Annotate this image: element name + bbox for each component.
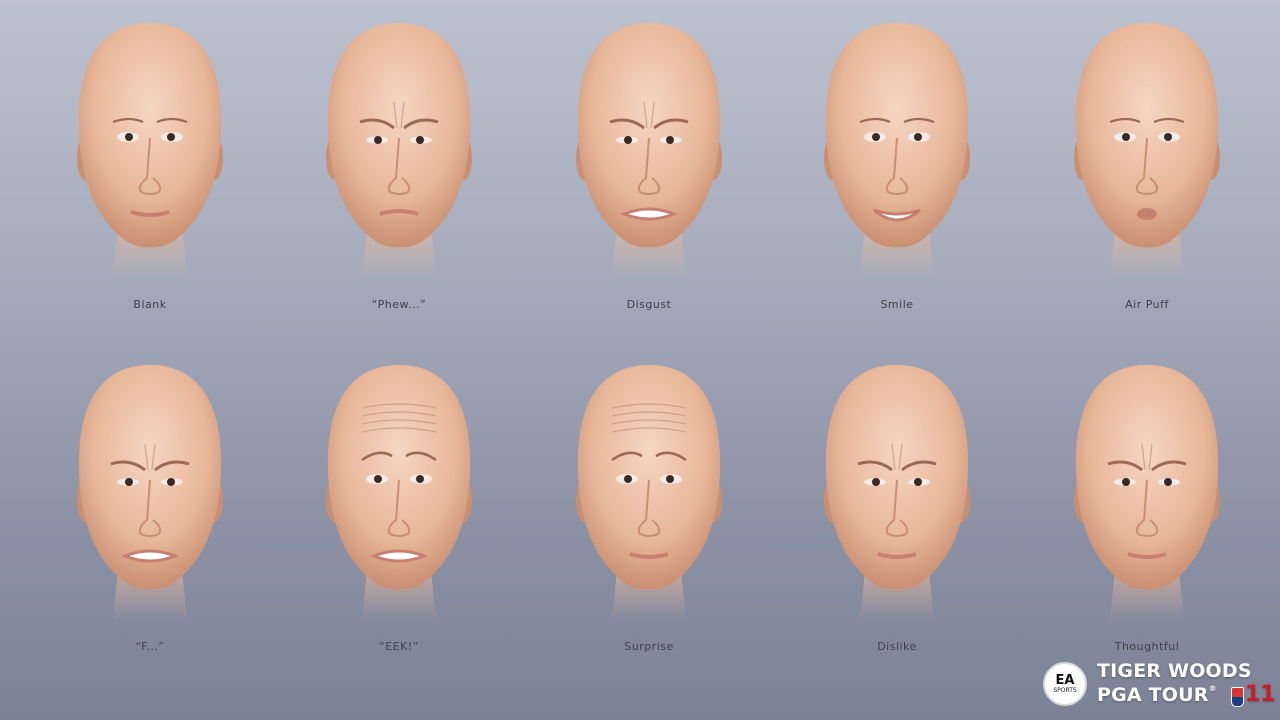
expression-card: Blank: [25, 8, 275, 338]
expression-card: “EEK!”: [274, 350, 524, 680]
ea-sports-logo: EA SPORTS: [1043, 662, 1087, 706]
expression-caption: Air Puff: [1125, 298, 1169, 311]
expression-caption: “F...”: [135, 640, 165, 653]
expression-caption: Thoughtful: [1114, 640, 1180, 653]
mouth: [120, 549, 180, 563]
left-pupil: [624, 136, 632, 144]
mouth: [619, 207, 679, 221]
expression-card: Disgust: [524, 8, 774, 338]
left-pupil: [125, 133, 133, 141]
phew-face-render: [326, 23, 472, 278]
expression-card: “F...”: [25, 350, 275, 680]
left-pupil: [374, 136, 382, 144]
blank-face-render: [77, 23, 223, 278]
right-pupil: [1164, 133, 1172, 141]
expression-card: Air Puff: [1022, 8, 1272, 338]
expression-card: Thoughtful: [1022, 350, 1272, 680]
pga-tour-shield-icon: [1231, 687, 1244, 707]
left-pupil: [872, 478, 880, 486]
right-pupil: [167, 478, 175, 486]
expression-card: Surprise: [524, 350, 774, 680]
airpuff-face-render: [1074, 23, 1220, 278]
game-logo: EA SPORTS TIGER WOODS PGA TOUR® 11: [1043, 658, 1276, 710]
surprise-face-render: [576, 365, 722, 620]
right-pupil: [416, 136, 424, 144]
left-pupil: [1122, 478, 1130, 486]
expression-card: “Phew...”: [274, 8, 524, 338]
expression-caption: Smile: [880, 298, 914, 311]
expression-caption: Dislike: [877, 640, 917, 653]
right-pupil: [666, 475, 674, 483]
right-pupil: [914, 478, 922, 486]
game-title-line1: TIGER WOODS: [1097, 660, 1252, 682]
disgust-face-render: [576, 23, 722, 278]
f-face-render: [77, 365, 223, 620]
mouth: [369, 549, 429, 563]
edition-number: 11: [1245, 682, 1276, 707]
expression-grid: Blank “Phew...” Disgust Smile Air Puff “F...”…: [0, 0, 1280, 720]
mouth: [1137, 208, 1157, 220]
left-pupil: [125, 478, 133, 486]
left-pupil: [872, 133, 880, 141]
eek-face-render: [326, 365, 472, 620]
right-pupil: [416, 475, 424, 483]
expression-card: Dislike: [772, 350, 1022, 680]
right-pupil: [1164, 478, 1172, 486]
expression-caption: “EEK!”: [379, 640, 419, 653]
expression-card: Smile: [772, 8, 1022, 338]
right-pupil: [914, 133, 922, 141]
smile-face-render: [824, 23, 970, 278]
left-pupil: [624, 475, 632, 483]
right-pupil: [666, 136, 674, 144]
expression-caption: “Phew...”: [371, 298, 427, 311]
thoughtful-face-render: [1074, 365, 1220, 620]
left-pupil: [374, 475, 382, 483]
right-pupil: [167, 133, 175, 141]
dislike-face-render: [824, 365, 970, 620]
game-title-line2: PGA TOUR®: [1097, 684, 1217, 706]
expression-caption: Disgust: [626, 298, 672, 311]
left-pupil: [1122, 133, 1130, 141]
expression-caption: Surprise: [624, 640, 674, 653]
expression-caption: Blank: [133, 298, 167, 311]
head: [327, 23, 471, 248]
